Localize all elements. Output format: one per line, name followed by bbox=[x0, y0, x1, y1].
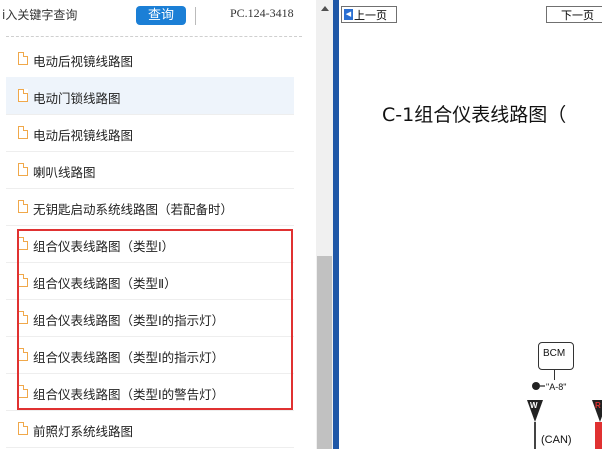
list-item[interactable]: 无钥匙启动系统线路图（若配备时） bbox=[6, 188, 294, 226]
file-icon bbox=[18, 52, 28, 65]
list-item[interactable]: 电动后视镜线路图 bbox=[6, 114, 294, 152]
highlight-box bbox=[17, 229, 293, 410]
list-item[interactable]: 电动后视镜线路图 bbox=[6, 40, 294, 78]
search-button[interactable]: 查询 bbox=[136, 6, 186, 25]
bus-label: (CAN) bbox=[541, 434, 572, 446]
ground-icon bbox=[532, 382, 545, 390]
file-icon bbox=[18, 126, 28, 139]
search-divider bbox=[195, 7, 196, 25]
file-icon bbox=[18, 422, 28, 435]
list-item-label: 电动门锁线路图 bbox=[33, 91, 121, 106]
next-page-label: 下一页 bbox=[561, 9, 594, 22]
document-viewer: ◀ 上一页 下一页 C-1组合仪表线路图（ BCM "A-8" W R (CAN… bbox=[339, 0, 602, 449]
arrow-left-icon: ◀ bbox=[344, 9, 353, 20]
bcm-label: BCM bbox=[543, 348, 566, 359]
search-bar: 查询 PC.124-3418 bbox=[0, 0, 306, 36]
bcm-module: BCM bbox=[538, 342, 574, 370]
list-item[interactable]: 前照灯系统线路图 bbox=[6, 410, 294, 448]
file-icon bbox=[18, 200, 28, 213]
next-page-button[interactable]: 下一页 bbox=[546, 6, 602, 23]
list-item-label: 无钥匙启动系统线路图（若配备时） bbox=[33, 202, 234, 217]
wire-color-right: R bbox=[595, 401, 601, 410]
prev-page-label: 上一页 bbox=[354, 9, 387, 22]
prev-page-button[interactable]: ◀ 上一页 bbox=[341, 6, 397, 23]
list-item-label: 电动后视镜线路图 bbox=[33, 54, 134, 69]
connector-line bbox=[554, 370, 555, 380]
document-title: C-1组合仪表线路图（ bbox=[382, 104, 567, 126]
file-icon bbox=[18, 163, 28, 176]
file-icon bbox=[18, 89, 28, 102]
list-item[interactable]: 电动门锁线路图 bbox=[6, 77, 294, 115]
list-item[interactable]: 喇叭线路图 bbox=[6, 151, 294, 189]
connector-label: "A-8" bbox=[546, 382, 567, 392]
search-input[interactable] bbox=[2, 3, 122, 27]
wire-color-left: W bbox=[530, 401, 538, 410]
list-scrollbar[interactable] bbox=[316, 0, 333, 449]
wire-right bbox=[595, 422, 602, 449]
wire-left bbox=[534, 422, 536, 449]
divider bbox=[6, 36, 302, 37]
page-code: PC.124-3418 bbox=[230, 6, 294, 20]
scrollbar-thumb[interactable] bbox=[317, 256, 332, 449]
list-item-label: 喇叭线路图 bbox=[33, 165, 96, 180]
list-item-label: 电动后视镜线路图 bbox=[33, 128, 134, 143]
directory-panel: 查询 PC.124-3418 电动后视镜线路图 电动门锁线路图 电动后视镜线路图… bbox=[0, 0, 316, 449]
list-item-label: 前照灯系统线路图 bbox=[33, 424, 134, 439]
chevron-up-icon[interactable] bbox=[316, 0, 333, 17]
